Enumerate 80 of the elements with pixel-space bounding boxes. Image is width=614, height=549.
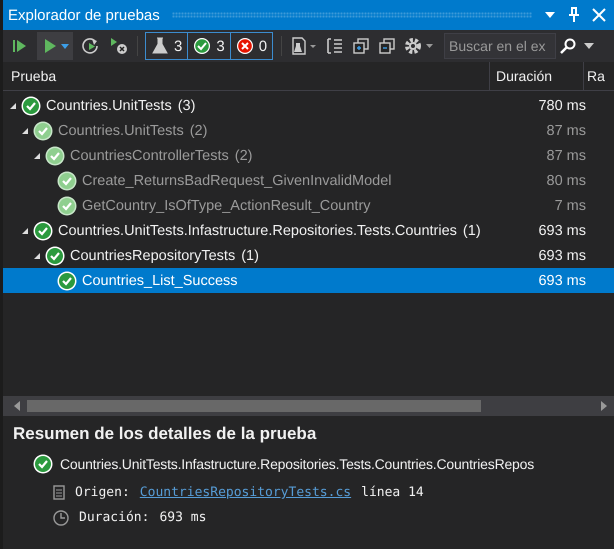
pin-icon[interactable] — [568, 7, 580, 23]
clock-icon — [53, 510, 69, 526]
source-label: Origen: — [75, 485, 130, 500]
test-name: GetCountry_IsOfType_ActionResult_Country — [82, 198, 371, 214]
expander-icon[interactable] — [33, 152, 41, 160]
close-icon[interactable] — [592, 8, 606, 22]
tree-row[interactable]: Create_ReturnsBadRequest_GivenInvalidModel 80 ms — [3, 168, 614, 193]
failed-icon — [236, 37, 254, 55]
search-field[interactable]: Buscar en el ex — [444, 33, 556, 59]
expander-icon[interactable] — [33, 252, 41, 260]
run-button[interactable] — [37, 32, 73, 60]
tree-row[interactable]: Countries.UnitTests.Infastructure.Repositories.Tests.Countries (1) 693 ms — [3, 218, 614, 243]
horizontal-scrollbar[interactable] — [3, 396, 614, 416]
tree-row[interactable]: CountriesControllerTests (2) 87 ms — [3, 143, 614, 168]
tree-row[interactable]: GetCountry_IsOfType_ActionResult_Country 7 ms — [3, 193, 614, 218]
test-count: (1) — [241, 248, 259, 264]
test-duration: 693 ms — [537, 248, 587, 264]
expander-icon[interactable] — [21, 126, 29, 134]
expand-all-icon[interactable] — [352, 37, 370, 55]
passed-icon — [33, 454, 53, 474]
caret-icon[interactable] — [61, 44, 69, 48]
playlist-icon[interactable] — [290, 37, 318, 55]
tree-row[interactable]: Countries.UnitTests (2) 87 ms — [3, 118, 614, 143]
test-name: CountriesRepositoryTests — [70, 248, 236, 264]
passed-icon — [57, 196, 77, 216]
filter-button[interactable]: 3 — [187, 32, 231, 60]
search-icon[interactable] — [560, 38, 576, 54]
test-duration: 693 ms — [537, 272, 587, 288]
column-header[interactable]: Prueba — [3, 62, 489, 90]
passed-icon — [57, 270, 77, 290]
column-header[interactable]: Duración — [489, 62, 583, 90]
tree-row[interactable]: Countries.UnitTests (3) 780 ms — [3, 93, 614, 118]
test-duration: 87 ms — [546, 122, 587, 138]
test-duration: 87 ms — [546, 148, 587, 164]
test-name: CountriesControllerTests — [70, 148, 229, 164]
scroll-right-icon[interactable] — [600, 401, 608, 411]
window-title: Explorador de pruebas — [8, 6, 160, 24]
passed-icon — [33, 120, 53, 140]
test-count: (1) — [462, 222, 481, 238]
test-name: Countries.UnitTests — [58, 122, 184, 138]
tree-row[interactable]: CountriesRepositoryTests (1) 693 ms — [3, 243, 614, 268]
test-count: (3) — [178, 98, 196, 114]
passed-icon — [21, 96, 41, 116]
filter-button[interactable]: 0 — [230, 32, 274, 60]
test-count: (2) — [190, 122, 208, 138]
passed-icon — [33, 220, 53, 240]
duration-label: Duración: — [79, 510, 150, 525]
expander-icon[interactable] — [21, 226, 29, 234]
hierarchy-icon[interactable] — [326, 37, 344, 55]
repeat-icon[interactable] — [81, 37, 101, 55]
test-name: Countries.UnitTests — [46, 98, 172, 114]
test-name: Create_ReturnsBadRequest_GivenInvalidModel — [82, 172, 392, 188]
source-link[interactable]: CountriesRepositoryTests.cs — [140, 485, 352, 500]
play-icon[interactable] — [43, 38, 57, 54]
filter-button[interactable]: 3 — [145, 32, 188, 60]
details-title: Resumen de los detalles de la prueba — [13, 424, 318, 444]
test-name: Countries.UnitTests.Infastructure.Repositories.Tests.Countries — [58, 222, 457, 238]
dropdown-icon[interactable] — [544, 11, 556, 19]
flask-icon — [151, 37, 169, 55]
line-number: línea 14 — [361, 485, 424, 500]
scroll-left-icon[interactable] — [13, 401, 21, 411]
test-full-name: Countries.UnitTests.Infastructure.Repositories.Tests.Countries.CountriesRepos — [60, 456, 534, 472]
duration-value: 693 ms — [159, 510, 206, 525]
passed-icon — [45, 246, 65, 266]
test-name: Countries_List_Success — [82, 272, 238, 288]
passed-icon — [57, 170, 77, 190]
dropdown-icon[interactable] — [584, 43, 594, 49]
test-duration: 693 ms — [537, 222, 587, 238]
test-duration: 780 ms — [537, 98, 587, 114]
test-duration: 80 ms — [546, 172, 587, 188]
cancel-icon[interactable] — [109, 37, 129, 55]
document-icon — [53, 485, 65, 500]
collapse-all-icon[interactable] — [378, 37, 396, 55]
test-count: (2) — [234, 148, 252, 164]
passed-icon — [45, 146, 65, 166]
expander-icon[interactable] — [9, 102, 17, 110]
passed-icon — [193, 37, 212, 55]
test-duration: 7 ms — [554, 198, 587, 214]
tree-row[interactable]: Countries_List_Success 693 ms — [3, 268, 614, 293]
column-header[interactable]: Ra — [583, 62, 614, 90]
